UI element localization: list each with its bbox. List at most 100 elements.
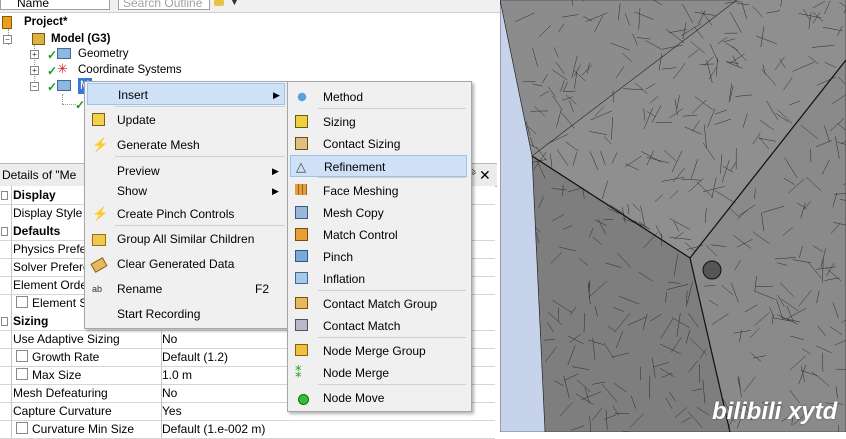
- context-menu-item-label: Generate Mesh: [117, 134, 200, 156]
- coordinate-axes-icon: ✳: [57, 62, 70, 74]
- details-row-label-text: Growth Rate: [32, 350, 99, 364]
- context-menu-item-clear-generated-data[interactable]: Clear Generated Data: [87, 253, 285, 275]
- close-icon[interactable]: ✕: [479, 164, 491, 186]
- context-menu-item-label: Clear Generated Data: [117, 253, 234, 275]
- details-row-label: Curvature Min Size: [11, 420, 162, 438]
- insert-item-node-merge[interactable]: ⁑ Node Merge: [290, 362, 467, 384]
- details-row-label-text: Mesh Defeaturing: [13, 386, 108, 400]
- expand-icon[interactable]: +: [30, 66, 39, 75]
- insert-item-refinement[interactable]: △Refinement: [290, 155, 467, 177]
- shortcut-label: F2: [255, 278, 269, 300]
- insert-item-inflation[interactable]: Inflation: [290, 268, 467, 290]
- details-row-label-text: Max Size: [32, 368, 81, 382]
- match-control-icon: [295, 228, 308, 241]
- insert-item-method[interactable]: Method: [290, 86, 467, 108]
- insert-item-label: Node Move: [323, 387, 384, 409]
- collapse-icon[interactable]: −: [3, 35, 12, 44]
- insert-item-face-meshing[interactable]: Face Meshing: [290, 180, 467, 202]
- context-menu-item-preview[interactable]: Preview▶: [87, 160, 285, 182]
- insert-item-label: Node Merge: [323, 362, 389, 384]
- details-row-label-text: Curvature Min Size: [32, 422, 134, 436]
- eraser-icon: [90, 257, 107, 273]
- filter-icon[interactable]: [214, 0, 224, 6]
- context-menu-item-create-pinch-controls[interactable]: ⚡Create Pinch Controls: [87, 203, 285, 225]
- insert-item-label: Inflation: [323, 268, 365, 290]
- model-icon: [32, 33, 45, 45]
- insert-item-contact-match[interactable]: Contact Match: [290, 315, 467, 337]
- collapse-icon[interactable]: −: [30, 82, 39, 91]
- lightning-icon: ⚡: [92, 207, 106, 221]
- collapse-icon[interactable]: [1, 317, 8, 326]
- rename-icon: ab: [92, 282, 106, 296]
- context-menu-item-rename[interactable]: abRenameF2: [87, 278, 285, 300]
- details-row-label: Mesh Defeaturing: [11, 384, 162, 402]
- insert-item-label: Method: [323, 86, 363, 108]
- insert-item-contact-match-group[interactable]: Contact Match Group: [290, 293, 467, 315]
- tree-label-coordinate-systems: Coordinate Systems: [78, 62, 182, 78]
- node-merge-icon: ⁑: [295, 366, 309, 380]
- search-outline-input[interactable]: Search Outline: [118, 0, 210, 10]
- menu-separator: [318, 177, 466, 178]
- submenu-arrow-icon: ▶: [272, 160, 279, 182]
- pinch-icon: [295, 250, 308, 262]
- chevron-down-icon[interactable]: ▼: [230, 0, 239, 7]
- context-menu-item-insert[interactable]: Insert▶: [87, 83, 285, 105]
- context-menu-item-update[interactable]: Update: [87, 109, 285, 131]
- insert-item-match-control[interactable]: Match Control: [290, 224, 467, 246]
- graphics-viewport[interactable]: [500, 0, 846, 432]
- context-menu-item-label: Show: [117, 180, 147, 202]
- collapse-icon[interactable]: [1, 227, 8, 236]
- context-menu-item-label: Group All Similar Children: [117, 228, 254, 250]
- context-menu-item-start-recording[interactable]: Start Recording: [87, 303, 285, 325]
- expand-icon[interactable]: +: [30, 50, 39, 59]
- details-row-label: Max Size: [11, 366, 162, 384]
- node-merge-group-icon: [295, 344, 308, 356]
- insert-item-node-move[interactable]: Node Move: [290, 387, 467, 409]
- parameter-checkbox[interactable]: [16, 368, 28, 380]
- details-row[interactable]: Curvature Min Size Default (1.e-002 m): [0, 420, 495, 439]
- face-meshing-icon: [295, 184, 307, 195]
- contact-match-icon: [295, 319, 308, 331]
- insert-item-label: Node Merge Group: [323, 340, 426, 362]
- insert-item-label: Match Control: [323, 224, 398, 246]
- collapse-icon[interactable]: [1, 191, 8, 200]
- submenu-arrow-icon: ▶: [272, 180, 279, 202]
- insert-item-sizing[interactable]: Sizing: [290, 111, 467, 133]
- context-menu-item-label: Insert: [118, 84, 148, 106]
- menu-separator: [318, 337, 466, 338]
- name-select[interactable]: Name: [0, 0, 110, 10]
- insert-item-contact-sizing[interactable]: Contact Sizing: [290, 133, 467, 155]
- details-row-label: Capture Curvature: [11, 402, 162, 420]
- context-menu-item-generate-mesh[interactable]: ⚡Generate Mesh: [87, 134, 285, 156]
- insert-item-label: Sizing: [323, 111, 356, 133]
- contact-match-group-icon: [295, 297, 308, 309]
- inflation-icon: [295, 272, 308, 284]
- watermark: bilibili xytd: [712, 398, 837, 426]
- insert-item-label: Mesh Copy: [323, 202, 384, 224]
- insert-item-mesh-copy[interactable]: Mesh Copy: [290, 202, 467, 224]
- menu-separator: [318, 108, 466, 109]
- details-row-label-text: Capture Curvature: [13, 404, 112, 418]
- parameter-checkbox[interactable]: [16, 350, 28, 362]
- details-row-label-text: Sizing: [13, 314, 48, 328]
- insert-item-label: Contact Sizing: [323, 133, 400, 155]
- insert-item-label: Pinch: [323, 246, 353, 268]
- context-menu-item-group-all-similar-children[interactable]: Group All Similar Children: [87, 228, 285, 250]
- details-row-label-text: Defaults: [13, 224, 60, 238]
- refined-mesh-region: [703, 261, 721, 279]
- parameter-checkbox[interactable]: [16, 296, 28, 308]
- insert-item-pinch[interactable]: Pinch: [290, 246, 467, 268]
- parameter-checkbox[interactable]: [16, 422, 28, 434]
- menu-separator: [115, 156, 285, 157]
- details-row-value[interactable]: Default (1.e-002 m): [162, 420, 492, 438]
- insert-item-label: Contact Match: [323, 315, 400, 337]
- insert-submenu: Method SizingContact Sizing△Refinement Fac…: [287, 81, 472, 412]
- update-icon: [92, 113, 105, 126]
- details-row-label-text: Element Si: [32, 296, 90, 310]
- check-icon: ✓: [47, 63, 57, 79]
- refinement-icon: △: [296, 160, 310, 174]
- insert-item-node-merge-group[interactable]: Node Merge Group: [290, 340, 467, 362]
- menu-separator: [318, 290, 466, 291]
- insert-item-label: Contact Match Group: [323, 293, 437, 315]
- context-menu-item-show[interactable]: Show ▶: [87, 180, 285, 202]
